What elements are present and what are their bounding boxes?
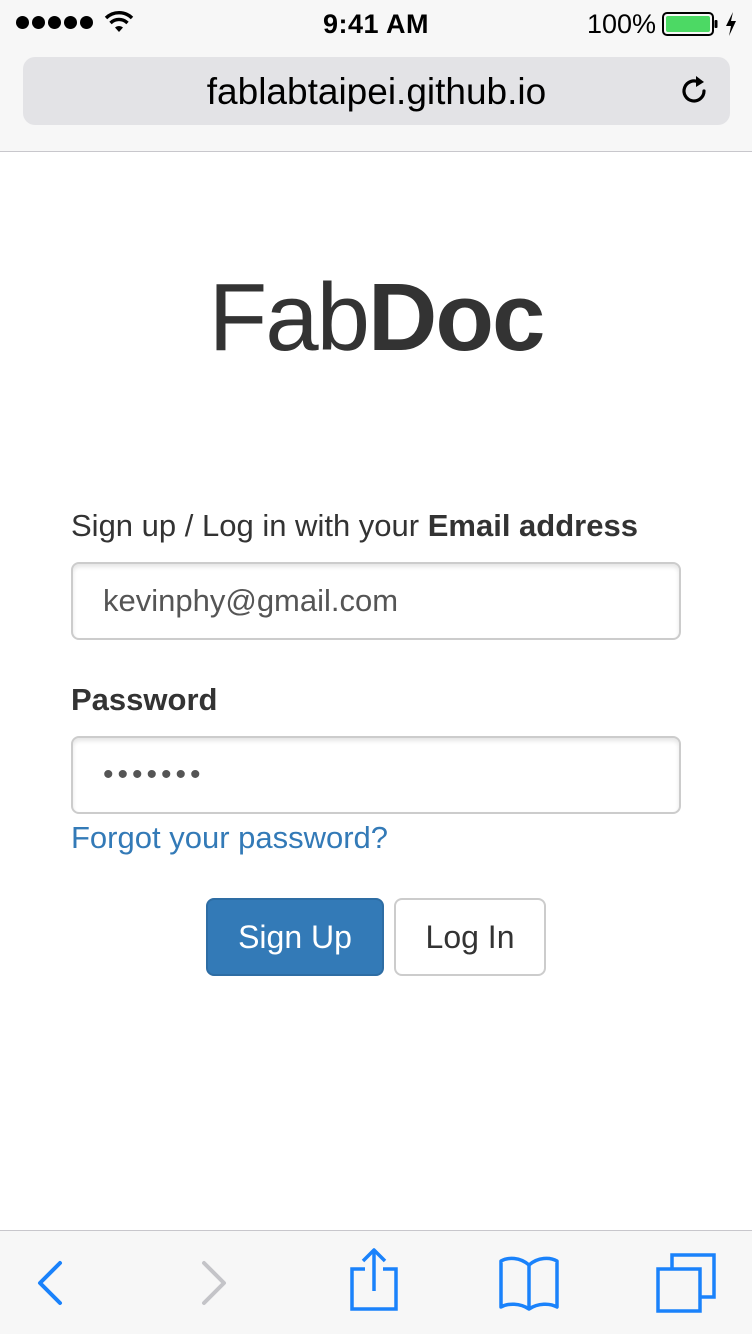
url-text[interactable]: fablabtaipei.github.io bbox=[23, 71, 730, 113]
charging-bolt-icon bbox=[726, 12, 736, 36]
logo-light-text: Fab bbox=[208, 264, 370, 371]
email-value: kevinphy@gmail.com bbox=[103, 583, 399, 618]
browser-toolbar bbox=[0, 1230, 752, 1334]
reload-icon[interactable] bbox=[677, 74, 711, 108]
battery-percent: 100% bbox=[586, 9, 656, 39]
bookmarks-icon[interactable] bbox=[496, 1251, 562, 1315]
share-icon[interactable] bbox=[346, 1247, 402, 1313]
browser-address-area: fablabtaipei.github.io bbox=[0, 46, 752, 152]
back-icon[interactable] bbox=[28, 1251, 72, 1315]
email-label: Sign up / Log in with your Email address bbox=[71, 508, 638, 544]
password-value: ••••••• bbox=[103, 758, 205, 791]
forgot-password-link[interactable]: Forgot your password? bbox=[71, 820, 388, 856]
forward-icon[interactable] bbox=[192, 1251, 236, 1315]
logo-bold-text: Doc bbox=[368, 264, 545, 371]
email-label-prefix: Sign up / Log in with your bbox=[71, 508, 428, 543]
password-label: Password bbox=[71, 682, 218, 717]
log-in-button[interactable]: Log In bbox=[394, 898, 546, 976]
email-label-bold: Email address bbox=[427, 508, 638, 543]
battery-full-icon bbox=[662, 12, 718, 36]
screen: 9:41 AM 100% fablabtaipei.github.io FabD… bbox=[0, 0, 752, 1334]
tabs-icon[interactable] bbox=[654, 1251, 720, 1315]
sign-up-button[interactable]: Sign Up bbox=[206, 898, 384, 976]
fabdoc-logo: FabDoc bbox=[0, 268, 752, 368]
email-field[interactable]: kevinphy@gmail.com bbox=[71, 562, 681, 640]
status-bar: 9:41 AM 100% bbox=[0, 0, 752, 46]
address-bar[interactable]: fablabtaipei.github.io bbox=[23, 57, 730, 125]
password-field[interactable]: ••••••• bbox=[71, 736, 681, 814]
